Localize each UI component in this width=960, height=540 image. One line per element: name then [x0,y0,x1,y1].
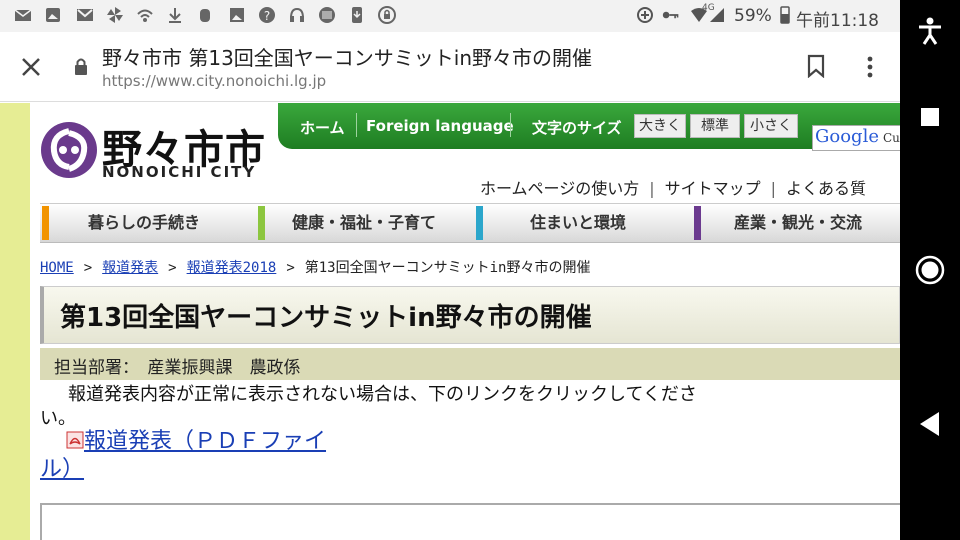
data-saver-icon [637,7,653,23]
pdf-icon [66,431,84,449]
font-size-label: 文字のサイズ [532,119,622,137]
page-title: 第13回全国ヤーコンサミットin野々市の開催 [60,303,592,333]
lock-icon [75,58,87,75]
department-bar: 担当部署： 産業振興課 農政係 [40,348,900,380]
font-size-normal-button[interactable]: 標準 [690,114,740,138]
web-page: 野々市市 NONOICHI CITY ホーム Foreign language … [0,103,900,540]
nav-home[interactable]: ホーム [300,117,345,138]
phone-download-icon [352,7,362,23]
battery-percent: 59% [734,6,772,26]
breadcrumb-separator: > [168,260,177,276]
category-color-bar [42,206,49,240]
signal-icon [710,8,724,22]
phone-screen: ? 4G 59% 午前11:18 野々市市 第13回全国ヤーコンサミットin野々… [0,0,900,540]
department-text: 担当部署： 産業振興課 農政係 [54,358,301,378]
link-separator: | [770,179,776,198]
image-icon [230,8,244,22]
font-size-large-button[interactable]: 大きく [634,114,686,138]
utility-links: ホームページの使い方 | サイトマップ | よくある質 [480,175,866,199]
help-icon: ? [259,7,275,23]
svg-text:?: ? [264,9,270,23]
breadcrumb-separator: > [286,260,295,276]
link-sitemap[interactable]: サイトマップ [665,179,761,198]
nav-divider [510,113,511,137]
system-navigation-bar [900,0,960,540]
link-faq[interactable]: よくある質 [786,179,866,198]
page-heading-box: 第13回全国ヤーコンサミットin野々市の開催 [40,286,900,344]
breadcrumb-press-release[interactable]: 報道発表 [102,260,158,276]
download-icon [169,8,181,23]
category-navigation: 暮らしの手続き 健康・福祉・子育て 住まいと環境 産業・観光・交流 [40,203,900,243]
key-icon [662,11,679,19]
category-industry-tourism[interactable]: 産業・観光・交流 [734,204,862,242]
category-color-bar [258,206,265,240]
close-icon[interactable] [18,54,44,80]
tab-title: 野々市市 第13回全国ヤーコンサミットin野々市の開催 [102,46,593,70]
bookmark-icon[interactable] [806,54,826,78]
photos-icon [46,8,60,22]
gmail-icon [77,9,93,21]
back-icon[interactable] [917,410,943,438]
category-housing-environment[interactable]: 住まいと環境 [530,204,626,242]
left-decoration-strip [0,103,30,540]
wifi-on-icon [137,9,153,22]
headset-icon [290,7,304,22]
mail-icon [14,9,32,21]
more-menu-icon[interactable] [860,54,880,80]
google-search-box[interactable]: Google Cu [812,125,900,151]
site-logo[interactable]: 野々市市 NONOICHI CITY [40,117,270,187]
category-procedures[interactable]: 暮らしの手続き [88,204,200,242]
category-health-welfare[interactable]: 健康・福祉・子育て [292,204,436,242]
google-logo: Google [815,126,879,147]
breadcrumb-current: 第13回全国ヤーコンサミットin野々市の開催 [304,260,591,276]
breadcrumb-home[interactable]: HOME [40,260,74,276]
top-navigation-bar: ホーム Foreign language 文字のサイズ 大きく 標準 小さく [278,103,900,149]
breadcrumb-separator: > [83,260,93,276]
logo-english-text: NONOICHI CITY [102,163,257,181]
clock: 午前11:18 [796,11,879,31]
recents-icon[interactable] [917,104,943,130]
breadcrumb: HOME > 報道発表 > 報道発表2018 > 第13回全国ヤーコンサミットin野々市の開… [40,257,590,277]
url-bar[interactable]: https://www.city.nonoichi.lg.jp [102,72,326,90]
browser-toolbar: 野々市市 第13回全国ヤーコンサミットin野々市の開催 https://www.… [0,32,900,102]
battery-icon [780,6,790,24]
home-icon[interactable] [914,254,946,286]
city-emblem-icon [41,122,97,178]
link-how-to-use[interactable]: ホームページの使い方 [480,179,639,198]
nav-divider [356,113,357,137]
search-suffix: Cu [882,131,900,145]
barcode-icon [319,7,335,23]
category-color-bar [694,206,701,240]
link-separator: | [649,179,655,198]
breadcrumb-press-release-2018[interactable]: 報道発表2018 [187,260,277,276]
status-bar: ? 4G 59% 午前11:18 [0,0,900,32]
lock-circle-icon [378,6,396,24]
content-frame [40,503,900,540]
pinwheel-icon [107,7,123,23]
nav-foreign-language[interactable]: Foreign language [366,117,514,135]
notice-text: 報道発表内容が正常に表示されない場合は、下のリンクをクリックしてください。 [40,384,697,429]
hand-icon [200,9,210,22]
category-color-bar [476,206,483,240]
accessibility-icon[interactable] [917,16,943,46]
font-size-small-button[interactable]: 小さく [744,114,798,138]
pdf-link-block: 報道発表（ＰＤＦファイル） [40,428,340,484]
